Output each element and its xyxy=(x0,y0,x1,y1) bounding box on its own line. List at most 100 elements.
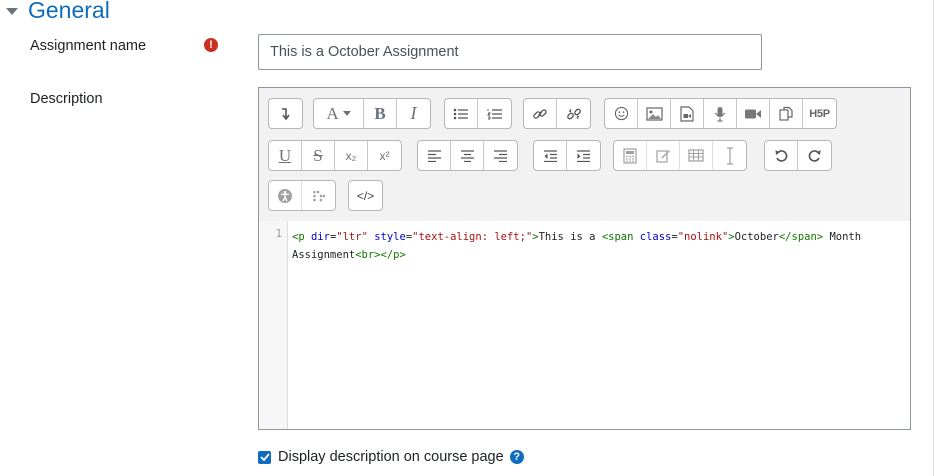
section-header-general[interactable]: General xyxy=(6,0,110,26)
insert-image-button[interactable] xyxy=(638,99,671,128)
table-button[interactable] xyxy=(680,141,713,170)
code-token: <span xyxy=(601,231,634,243)
align-right-button[interactable] xyxy=(484,141,517,170)
strikethrough-button[interactable]: S xyxy=(302,141,335,170)
list-ol-icon xyxy=(486,108,502,119)
toolbar-group-media: H5P xyxy=(604,98,837,129)
display-description-label[interactable]: Display description on course page xyxy=(278,449,504,465)
video-camera-icon xyxy=(745,109,761,118)
toolbar-group-indent xyxy=(533,140,601,171)
copy-files-icon xyxy=(779,106,793,121)
html-source-button[interactable]: </> xyxy=(349,181,382,210)
underline-button[interactable]: U xyxy=(269,141,302,170)
description-label: Description xyxy=(30,91,103,107)
braille-icon xyxy=(312,190,325,201)
align-left-button[interactable] xyxy=(418,141,451,170)
line-number-gutter: 1 xyxy=(259,221,288,429)
redo-icon xyxy=(808,150,821,162)
superscript-button[interactable]: x² xyxy=(368,141,401,170)
outdent-button[interactable] xyxy=(534,141,567,170)
toolbar-group-format: U S x₂ x² xyxy=(268,140,402,171)
unlink-button[interactable] xyxy=(557,99,590,128)
h5p-button[interactable]: H5P xyxy=(803,99,836,128)
toolbar-group-history xyxy=(764,140,832,171)
screenreader-helper-button[interactable] xyxy=(302,181,335,210)
insert-media-button[interactable] xyxy=(671,99,704,128)
bold-button[interactable]: B xyxy=(364,99,397,128)
assignment-name-input[interactable] xyxy=(258,34,762,70)
accessibility-checker-button[interactable] xyxy=(269,181,302,210)
equation-button[interactable] xyxy=(614,141,647,170)
assignment-name-label: Assignment name xyxy=(30,38,147,54)
edit-button[interactable] xyxy=(647,141,680,170)
toolbar-toggle-button[interactable] xyxy=(269,99,302,128)
calculator-icon xyxy=(623,147,637,164)
code-token: <br> xyxy=(355,249,381,261)
clear-formatting-button[interactable] xyxy=(713,141,746,170)
align-left-icon xyxy=(427,149,441,162)
chevron-down-icon xyxy=(342,111,351,116)
align-center-button[interactable] xyxy=(451,141,484,170)
link-icon xyxy=(533,108,547,119)
redo-button[interactable] xyxy=(798,141,831,170)
unlink-icon xyxy=(566,108,581,119)
image-icon xyxy=(645,106,663,121)
font-style-label: A xyxy=(326,103,339,123)
manage-files-button[interactable] xyxy=(770,99,803,128)
question-circle-icon[interactable]: ? xyxy=(509,450,524,464)
code-token: "text-align: left;" xyxy=(412,231,533,243)
display-description-row: Display description on course page ? xyxy=(258,449,524,465)
editor-toolbar: A B I H5P U S x₂ x² </> xyxy=(259,88,910,222)
section-title: General xyxy=(28,0,110,23)
code-token: This is a xyxy=(538,231,602,243)
page-right-edge xyxy=(933,0,934,476)
accessibility-icon xyxy=(278,188,292,203)
text-cursor-icon xyxy=(726,146,733,165)
ordered-list-button[interactable] xyxy=(478,99,511,128)
line-number: 1 xyxy=(275,228,282,240)
unordered-list-button[interactable] xyxy=(445,99,478,128)
undo-icon xyxy=(775,150,787,162)
list-ul-icon xyxy=(453,108,468,119)
font-style-button[interactable]: A xyxy=(314,99,364,128)
record-audio-button[interactable] xyxy=(704,99,737,128)
code-token: "nolink" xyxy=(677,231,729,243)
html-source-area[interactable]: 1 <p dir="ltr" style="text-align: left;"… xyxy=(259,221,910,429)
pencil-square-icon xyxy=(655,150,670,163)
level-down-icon xyxy=(281,107,290,120)
record-video-button[interactable] xyxy=(737,99,770,128)
smiley-icon xyxy=(614,106,628,121)
code-token: dir xyxy=(310,231,330,243)
toolbar-group-collapse xyxy=(268,98,303,129)
file-video-icon xyxy=(680,105,694,122)
code-token: </p> xyxy=(380,249,406,261)
code-token: style xyxy=(374,231,406,243)
code-token: October xyxy=(734,231,779,243)
italic-button[interactable]: I xyxy=(397,99,430,128)
subscript-button[interactable]: x₂ xyxy=(335,141,368,170)
toolbar-group-insert xyxy=(613,140,747,171)
emoji-button[interactable] xyxy=(605,99,638,128)
table-icon xyxy=(688,149,704,162)
outdent-icon xyxy=(543,149,557,162)
undo-button[interactable] xyxy=(765,141,798,170)
toolbar-group-html: </> xyxy=(348,180,383,211)
indent-icon xyxy=(577,149,590,162)
code-token: "ltr" xyxy=(336,231,368,243)
code-token: class xyxy=(639,231,672,243)
toolbar-group-lists xyxy=(444,98,512,129)
code-token: <p xyxy=(292,231,305,243)
link-button[interactable] xyxy=(524,99,557,128)
align-center-icon xyxy=(460,149,474,162)
toolbar-group-accessibility xyxy=(268,180,336,211)
display-description-checkbox[interactable] xyxy=(258,450,271,464)
exclamation-circle-icon: ! xyxy=(204,38,218,52)
html-source-code[interactable]: <p dir="ltr" style="text-align: left;">T… xyxy=(292,228,902,264)
caret-down-icon[interactable] xyxy=(6,7,18,15)
toolbar-group-style: A B I xyxy=(313,98,431,129)
code-token: </span> xyxy=(778,231,824,243)
microphone-icon xyxy=(714,106,726,122)
toolbar-group-links xyxy=(523,98,591,129)
indent-button[interactable] xyxy=(567,141,600,170)
toolbar-group-align xyxy=(417,140,518,171)
